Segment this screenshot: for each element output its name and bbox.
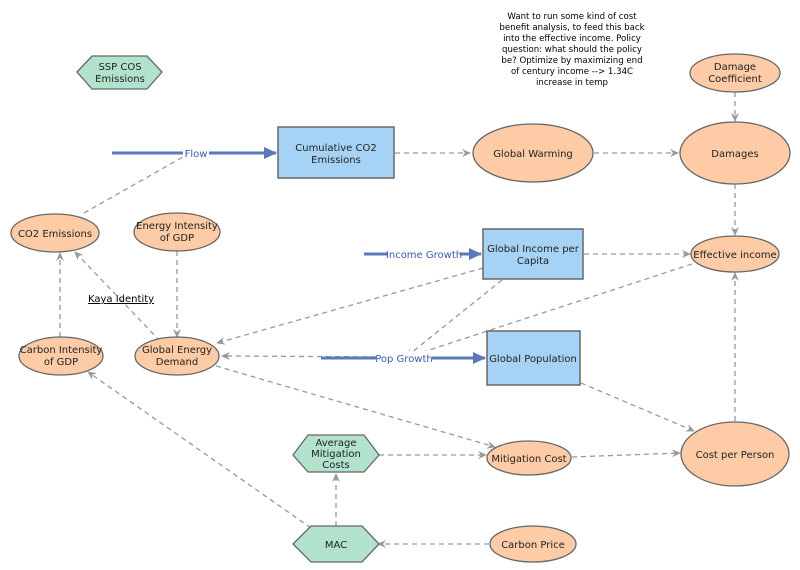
var-label: of GDP [160,233,194,244]
var-label: Cost per Person [696,450,775,461]
var-label: Global Energy [142,345,212,356]
diagram-canvas: Flow Income Growth Pop Growth Cumulative… [10,12,791,563]
converter-label: Average [315,438,356,449]
var-label: Effective income [693,250,776,261]
stock-label: Cumulative CO2 [295,143,376,154]
var-co2-emissions[interactable]: CO2 Emissions [10,213,100,253]
var-label: Coefficient [708,74,762,85]
var-label: Energy Intensity [136,221,218,232]
var-global-energy-demand[interactable]: Global Energy Demand [134,336,220,376]
links [56,92,739,548]
converter-mac[interactable]: MAC [292,525,380,563]
var-label: Demand [156,357,198,368]
var-global-warming[interactable]: Global Warming [472,123,594,183]
link-mac-to-carbonint[interactable] [87,371,312,529]
converter-label: Costs [322,460,349,471]
stock-label: Capita [517,256,549,267]
stock-cumulative-co2-emissions[interactable]: Cumulative CO2 Emissions [277,126,395,179]
var-label: of GDP [44,357,78,368]
kaya-identity-label: Kaya Identity [88,294,154,305]
note-line: question: what should the policy [502,45,642,55]
flow-emissions[interactable]: Flow [112,146,277,160]
pop-growth-label: Pop Growth [375,354,433,365]
income-growth-label: Income Growth [386,250,462,261]
flow-label: Flow [185,149,208,160]
flows: Flow Income Growth Pop Growth [112,146,486,365]
policy-note: Want to run some kind of cost benefit an… [499,12,644,88]
var-label: Carbon Price [501,540,565,551]
var-energy-intensity-of-gdp[interactable]: Energy Intensity of GDP [133,212,221,252]
var-label: Damages [711,149,758,160]
var-label: Carbon Intensity [20,345,103,356]
link-co2emis-to-flow[interactable] [83,152,191,214]
stock-global-population[interactable]: Global Population [486,330,581,386]
note-line: be? Optimize by maximizing end [501,56,642,66]
var-cost-per-person[interactable]: Cost per Person [680,421,790,487]
converter-label: SSP COS [98,62,141,73]
var-label: CO2 Emissions [18,229,92,240]
stock-label: Global Population [489,354,577,365]
converter-label: Mitigation [311,449,361,460]
var-label: Damage [714,62,756,73]
note-line: increase in temp [536,78,608,88]
flow-income-growth[interactable]: Income Growth [364,247,482,261]
var-mitigation-cost[interactable]: Mitigation Cost [486,440,572,476]
note-line: of century income --> 1.34C [511,67,633,77]
stock-label: Emissions [311,155,361,166]
converter-average-mitigation-costs[interactable]: Average Mitigation Costs [292,434,380,473]
stock-label: Global Income per [487,244,580,255]
var-carbon-price[interactable]: Carbon Price [489,525,577,563]
note-line: benefit analysis, to feed this back [499,23,644,33]
note-line: into the effective income. Policy [503,34,641,44]
var-carbon-intensity-of-gdp[interactable]: Carbon Intensity of GDP [18,336,104,376]
var-label: Global Warming [493,149,573,160]
var-label: Mitigation Cost [491,454,566,465]
link-pop-to-costperson[interactable] [580,382,695,432]
stock-global-income-per-capita[interactable]: Global Income per Capita [482,228,584,280]
converter-label: Emissions [95,74,145,85]
converter-ssp-cos-emissions[interactable]: SSP COS Emissions [76,55,163,90]
link-mitcost-to-costperson[interactable] [571,449,681,458]
var-damages[interactable]: Damages [679,121,791,185]
note-line: Want to run some kind of cost [507,12,637,22]
flow-pop-growth[interactable]: Pop Growth [321,351,486,365]
link-income-to-energydemand[interactable] [216,267,484,345]
converter-label: MAC [325,540,347,551]
var-effective-income[interactable]: Effective income [690,235,780,273]
var-damage-coefficient[interactable]: Damage Coefficient [689,53,781,93]
